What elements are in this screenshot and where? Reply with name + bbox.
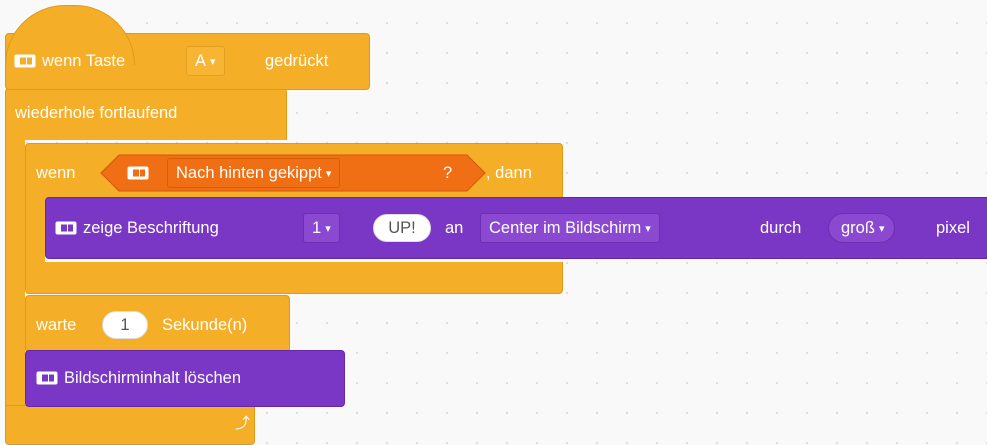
wait-label-suffix: Sekunde(n)	[162, 316, 248, 334]
label-index-value: 1	[312, 219, 322, 237]
hat-label-suffix: gedrückt	[265, 52, 329, 70]
clear-screen-label: Bildschirminhalt löschen	[64, 369, 241, 387]
keyboard-icon	[36, 371, 58, 385]
label-text-input[interactable]: UP!	[373, 214, 431, 242]
question-mark: ?	[443, 164, 453, 182]
at-label: an	[445, 219, 464, 237]
if-label: wenn	[36, 164, 76, 182]
chevron-down-icon: ▾	[325, 168, 332, 180]
chevron-down-icon: ▾	[878, 223, 885, 235]
keyboard-icon	[14, 54, 36, 68]
position-dropdown[interactable]: Center im Bildschirm ▾	[480, 213, 660, 243]
wait-label-prefix: warte	[36, 316, 77, 334]
tilt-direction-dropdown[interactable]: Nach hinten gekippt ▾	[167, 158, 341, 188]
hat-label-prefix: wenn Taste	[42, 52, 126, 70]
key-dropdown[interactable]: A ▾	[186, 46, 225, 76]
keyboard-icon	[127, 166, 149, 180]
keyboard-icon	[55, 221, 77, 235]
tilt-direction-value: Nach hinten gekippt	[176, 164, 322, 182]
if-then-foot	[25, 262, 563, 294]
show-label-prefix: zeige Beschriftung	[83, 219, 219, 237]
forever-block-foot	[5, 405, 255, 445]
by-label: durch	[760, 219, 802, 237]
pixel-label: pixel	[936, 219, 970, 237]
loop-arrow-icon: ⤴	[235, 415, 251, 432]
forever-block-arm	[5, 138, 25, 438]
chevron-down-icon: ▾	[645, 223, 651, 235]
size-value: groß	[841, 219, 875, 237]
wait-seconds-input[interactable]: 1	[102, 311, 148, 339]
label-index-dropdown[interactable]: 1 ▾	[303, 213, 340, 243]
then-label: , dann	[486, 164, 532, 182]
size-dropdown[interactable]: groß ▾	[828, 213, 896, 243]
chevron-down-icon: ▾	[325, 223, 331, 235]
position-value: Center im Bildschirm	[489, 219, 642, 237]
key-value: A	[195, 52, 207, 70]
forever-label: wiederhole fortlaufend	[15, 104, 178, 122]
if-then-arm	[25, 197, 45, 267]
chevron-down-icon: ▾	[210, 56, 216, 68]
